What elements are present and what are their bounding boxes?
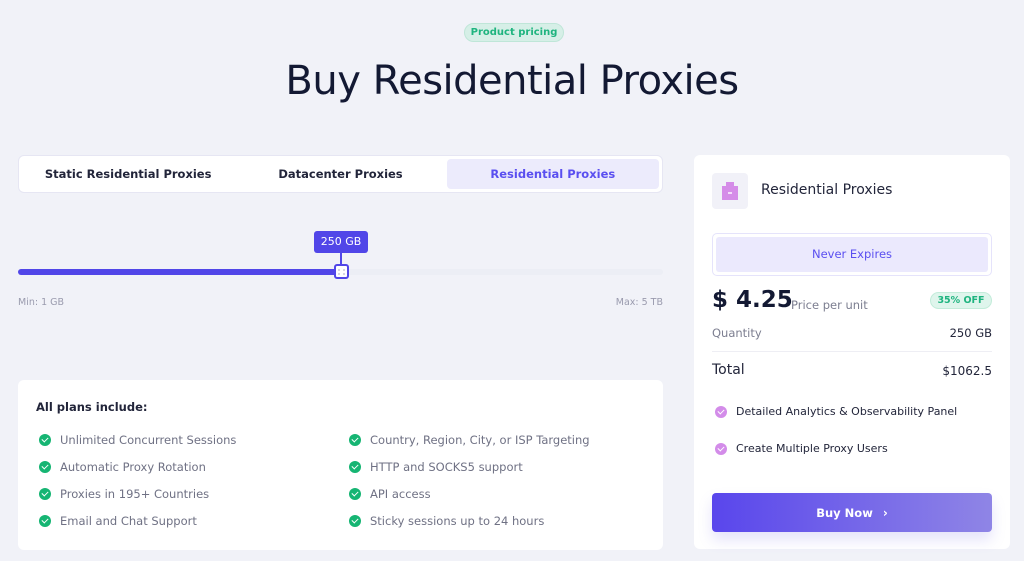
divider: [712, 351, 992, 352]
bandwidth-slider[interactable]: 250 GB Min: 1 GB Max: 5 TB: [18, 230, 663, 310]
check-circle-icon: [349, 488, 361, 500]
plan-feature: API access: [349, 486, 649, 502]
page-title: Buy Residential Proxies: [285, 58, 739, 104]
total-label: Total: [712, 362, 745, 378]
plan-feature-label: Sticky sessions up to 24 hours: [370, 514, 545, 528]
tab-datacenter-proxies[interactable]: Datacenter Proxies: [234, 159, 446, 189]
summary-feature: Detailed Analytics & Observability Panel: [715, 405, 957, 418]
plan-feature-label: Country, Region, City, or ISP Targeting: [370, 433, 590, 447]
slider-min-label: Min: 1 GB: [18, 297, 65, 308]
unit-price: $ 4.25: [712, 287, 793, 313]
quantity-label: Quantity: [712, 326, 762, 340]
plan-feature-label: Automatic Proxy Rotation: [60, 460, 206, 474]
buy-now-label: Buy Now: [816, 505, 873, 520]
quantity-value: 250 GB: [949, 326, 992, 340]
summary-feature: Create Multiple Proxy Users: [715, 442, 888, 455]
price-per-unit-label: Price per unit: [791, 298, 868, 312]
slider-tooltip-stem: [340, 253, 342, 264]
plan-feature-label: Email and Chat Support: [60, 514, 197, 528]
slider-value-tooltip: 250 GB: [314, 231, 368, 253]
plan-option-never-expires[interactable]: Never Expires: [712, 233, 992, 276]
plan-feature: Country, Region, City, or ISP Targeting: [349, 432, 649, 448]
tab-static-residential-proxies[interactable]: Static Residential Proxies: [22, 159, 234, 189]
plan-feature-label: HTTP and SOCKS5 support: [370, 460, 523, 474]
summary-feature-label: Create Multiple Proxy Users: [736, 442, 888, 455]
check-circle-icon: [349, 515, 361, 527]
check-circle-icon: [39, 434, 51, 446]
briefcase-icon: [722, 182, 738, 200]
total-value: $1062.5: [942, 364, 992, 378]
chevron-right-icon: ›: [882, 505, 888, 520]
discount-badge: 35% OFF: [930, 292, 992, 309]
check-circle-icon: [349, 461, 361, 473]
order-summary-card: Residential Proxies Never Expires $ 4.25…: [694, 155, 1010, 549]
check-circle-icon: [39, 488, 51, 500]
plan-feature-label: Unlimited Concurrent Sessions: [60, 433, 237, 447]
product-tabs: Static Residential Proxies Datacenter Pr…: [18, 155, 663, 193]
product-icon-box: [712, 173, 748, 209]
plan-feature: Email and Chat Support: [39, 513, 349, 529]
plan-feature: HTTP and SOCKS5 support: [349, 459, 649, 475]
plans-title: All plans include:: [36, 400, 148, 414]
plans-list: Unlimited Concurrent Sessions Country, R…: [39, 432, 645, 529]
plan-option-label: Never Expires: [716, 237, 988, 272]
plan-feature: Unlimited Concurrent Sessions: [39, 432, 349, 448]
plans-include-card: All plans include: Unlimited Concurrent …: [18, 380, 663, 550]
slider-max-label: Max: 5 TB: [615, 297, 663, 308]
buy-now-button[interactable]: Buy Now ›: [712, 493, 992, 532]
check-circle-icon: [349, 434, 361, 446]
slider-handle[interactable]: [334, 264, 349, 279]
product-name: Residential Proxies: [761, 182, 893, 198]
tab-residential-proxies[interactable]: Residential Proxies: [446, 159, 659, 189]
check-circle-icon: [39, 461, 51, 473]
check-circle-icon: [39, 515, 51, 527]
plan-feature: Proxies in 195+ Countries: [39, 486, 349, 502]
check-circle-icon: [715, 442, 727, 455]
plan-feature: Automatic Proxy Rotation: [39, 459, 349, 475]
summary-feature-label: Detailed Analytics & Observability Panel: [736, 405, 958, 418]
check-circle-icon: [715, 405, 727, 418]
slider-fill: [18, 269, 341, 275]
plan-feature: Sticky sessions up to 24 hours: [349, 513, 649, 529]
product-pricing-badge: Product pricing: [464, 23, 564, 42]
plan-feature-label: Proxies in 195+ Countries: [60, 487, 210, 501]
plan-feature-label: API access: [370, 487, 431, 501]
